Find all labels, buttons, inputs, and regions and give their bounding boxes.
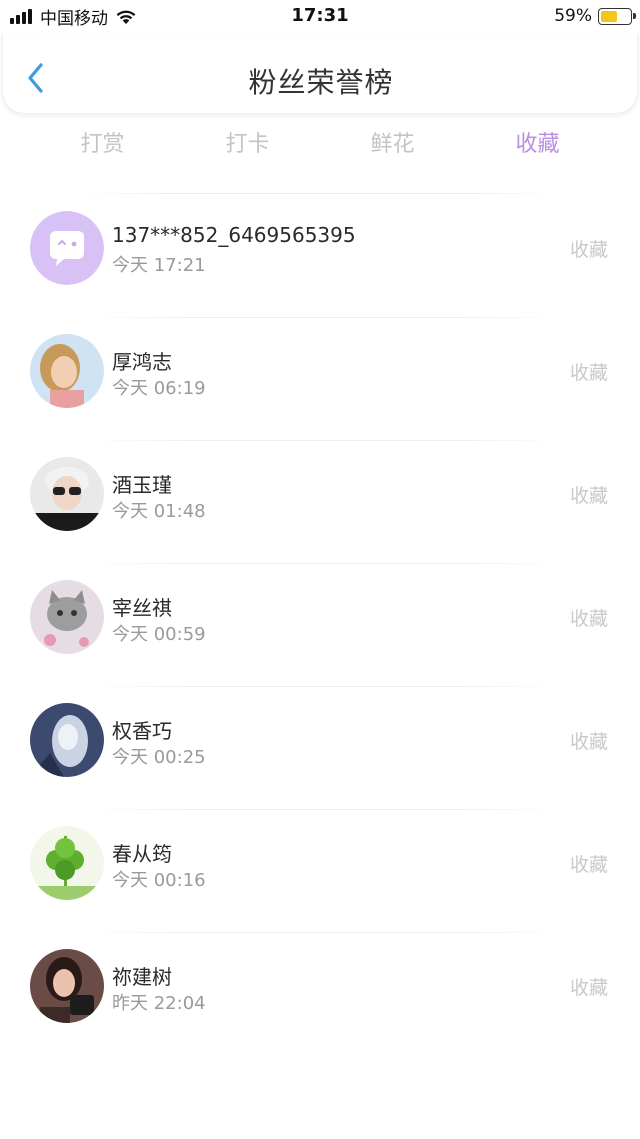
fan-name: 酒玉瑾 bbox=[112, 473, 172, 497]
tabs-divider bbox=[80, 193, 560, 194]
tab-bar: 打赏 打卡 鲜花 收藏 bbox=[30, 128, 610, 164]
fan-name: 祢建树 bbox=[112, 965, 172, 989]
fan-time: 今天 00:59 bbox=[112, 624, 206, 645]
avatar-photo bbox=[30, 826, 104, 900]
list-item[interactable]: 春从筠 今天 00:16 收藏 bbox=[0, 810, 640, 933]
tab-reward[interactable]: 打赏 bbox=[30, 128, 175, 164]
battery-fill bbox=[601, 10, 617, 22]
battery-icon bbox=[598, 7, 636, 25]
favorite-label[interactable]: 收藏 bbox=[570, 235, 608, 262]
avatar bbox=[30, 703, 104, 777]
chat-bubble-icon bbox=[30, 211, 104, 285]
fan-time: 今天 17:21 bbox=[112, 255, 206, 276]
fan-name: 厚鸿志 bbox=[112, 350, 172, 374]
page-title: 粉丝荣誉榜 bbox=[248, 66, 394, 99]
list-item[interactable]: 祢建树 昨天 22:04 收藏 bbox=[0, 933, 640, 1056]
avatar-photo bbox=[30, 580, 104, 654]
fan-name: 137***852_6469565395 bbox=[112, 223, 356, 247]
fan-time: 今天 06:19 bbox=[112, 378, 206, 399]
list-item[interactable]: 厚鸿志 今天 06:19 收藏 bbox=[0, 318, 640, 441]
list-item[interactable]: 酒玉瑾 今天 01:48 收藏 bbox=[0, 441, 640, 564]
avatar-photo bbox=[30, 703, 104, 777]
status-bar: 中国移动 17:31 59% bbox=[0, 0, 640, 34]
favorite-label[interactable]: 收藏 bbox=[570, 727, 608, 754]
battery-percent: 59% bbox=[554, 6, 592, 26]
avatar bbox=[30, 334, 104, 408]
avatar bbox=[30, 826, 104, 900]
avatar-photo bbox=[30, 334, 104, 408]
avatar bbox=[30, 211, 104, 285]
favorite-label[interactable]: 收藏 bbox=[570, 973, 608, 1000]
fan-time: 昨天 22:04 bbox=[112, 993, 206, 1014]
fan-time: 今天 01:48 bbox=[112, 501, 206, 522]
status-right: 59% bbox=[554, 5, 636, 27]
fan-name: 权香巧 bbox=[112, 719, 172, 743]
favorite-label[interactable]: 收藏 bbox=[570, 358, 608, 385]
list-item[interactable]: 137***852_6469565395 今天 17:21 收藏 bbox=[0, 195, 640, 318]
list-item[interactable]: 宰丝祺 今天 00:59 收藏 bbox=[0, 564, 640, 687]
avatar bbox=[30, 457, 104, 531]
tab-favorites[interactable]: 收藏 bbox=[465, 128, 610, 164]
avatar bbox=[30, 580, 104, 654]
avatar-photo bbox=[30, 457, 104, 531]
avatar-photo bbox=[30, 949, 104, 1023]
tab-checkin[interactable]: 打卡 bbox=[175, 128, 320, 164]
fan-time: 今天 00:25 bbox=[112, 747, 206, 768]
favorite-label[interactable]: 收藏 bbox=[570, 850, 608, 877]
list-item[interactable]: 权香巧 今天 00:25 收藏 bbox=[0, 687, 640, 810]
fan-name: 宰丝祺 bbox=[112, 596, 172, 620]
favorite-label[interactable]: 收藏 bbox=[570, 481, 608, 508]
nav-header: 粉丝荣誉榜 bbox=[2, 34, 638, 114]
tab-flowers[interactable]: 鲜花 bbox=[320, 128, 465, 164]
fan-name: 春从筠 bbox=[112, 842, 172, 866]
fan-list: 137***852_6469565395 今天 17:21 收藏 厚鸿志 今天 … bbox=[0, 195, 640, 1056]
favorite-label[interactable]: 收藏 bbox=[570, 604, 608, 631]
status-time: 17:31 bbox=[291, 5, 349, 26]
avatar bbox=[30, 949, 104, 1023]
fan-time: 今天 00:16 bbox=[112, 870, 206, 891]
